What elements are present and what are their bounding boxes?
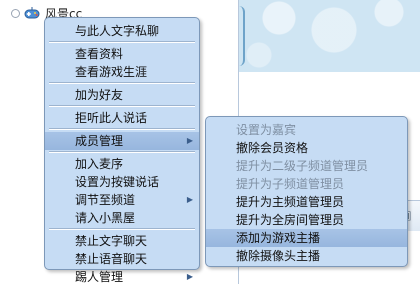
submenu-item: 设置为嘉宾 [206,121,407,139]
menu-item[interactable]: 加入麦序 [45,155,199,173]
menu-separator [49,41,195,43]
menu-item[interactable]: 查看游戏生涯 [45,63,199,81]
menu-separator [49,128,195,130]
triangle-right-icon: ▶ [186,136,193,145]
menu-item-label: 设置为按键说话 [75,175,160,189]
menu-item-label: 调节至频道 [75,193,136,207]
submenu-item-label: 提升为主频道管理员 [236,195,345,209]
menu-item[interactable]: 请入小黑屋 [45,209,199,227]
submenu-item: 提升为二级子频道管理员 [206,157,407,175]
submenu-item-label: 撤除会员资格 [236,141,309,155]
triangle-right-icon: ▶ [186,272,193,281]
submenu-item[interactable]: 提升为全房间管理员 [206,211,407,229]
menu-item-label: 加入麦序 [75,157,124,171]
triangle-right-icon: ▶ [186,195,193,204]
submenu-item: 提升为子频道管理员 [206,175,407,193]
menu-item[interactable]: 与此人文字私聊 [45,22,199,40]
menu-separator [49,151,195,153]
menu-item[interactable]: 调节至频道 ▶ [45,191,199,209]
menu-item-label: 加为好友 [75,88,124,102]
menu-item-label: 禁止文字聊天 [75,234,148,248]
menu-item[interactable]: 查看资料 [45,45,199,63]
menu-item-label: 请入小黑屋 [75,211,136,225]
context-menu: 与此人文字私聊 查看资料查看游戏生涯 加为好友拒听此人说话 成员管理 ▶ 加入麦序设置为按… [44,17,200,284]
menu-item[interactable]: 成员管理 ▶ [45,132,199,150]
menu-item-label: 与此人文字私聊 [75,24,160,38]
channel-banner [239,0,420,73]
game-controller-icon [24,6,40,20]
menu-item[interactable]: 禁止文字聊天 [45,232,199,250]
submenu-item[interactable]: 撤除摄像头主播 [206,247,407,265]
member-management-submenu: 设置为嘉宾撤除会员资格提升为二级子频道管理员 提升为子频道管理员 提升为主频道管理员… [205,116,408,267]
submenu-item-label: 添加为游戏主播 [236,231,321,245]
menu-separator [49,82,195,84]
menu-item[interactable]: 设置为按键说话 [45,173,199,191]
menu-item-label: 禁止语音聊天 [75,252,148,266]
menu-separator [49,105,195,107]
banner-border [239,6,245,66]
submenu-item[interactable]: 撤除会员资格 [206,139,407,157]
submenu-item[interactable]: 添加为游戏主播 [206,229,407,247]
menu-item-label: 查看游戏生涯 [75,65,148,79]
menu-separator [49,228,195,230]
submenu-item-label: 提升为二级子频道管理员 [236,159,369,173]
radio-icon[interactable] [11,8,20,18]
submenu-item[interactable]: 提升为主频道管理员 [206,193,407,211]
submenu-item-label: 提升为全房间管理员 [236,213,345,227]
menu-item-label: 查看资料 [75,47,124,61]
submenu-item-label: 撤除摄像头主播 [236,249,321,263]
menu-item[interactable]: 拒听此人说话 [45,109,199,127]
menu-item-label: 成员管理 [75,134,124,148]
menu-item-label: 踢人管理 [75,270,124,284]
menu-item[interactable]: 踢人管理 ▶ [45,268,199,286]
submenu-item-label: 设置为嘉宾 [236,123,297,137]
menu-item[interactable]: 禁止语音聊天 [45,250,199,268]
menu-item-label: 拒听此人说话 [75,111,148,125]
menu-item[interactable]: 加为好友 [45,86,199,104]
submenu-item-label: 提升为子频道管理员 [236,177,345,191]
